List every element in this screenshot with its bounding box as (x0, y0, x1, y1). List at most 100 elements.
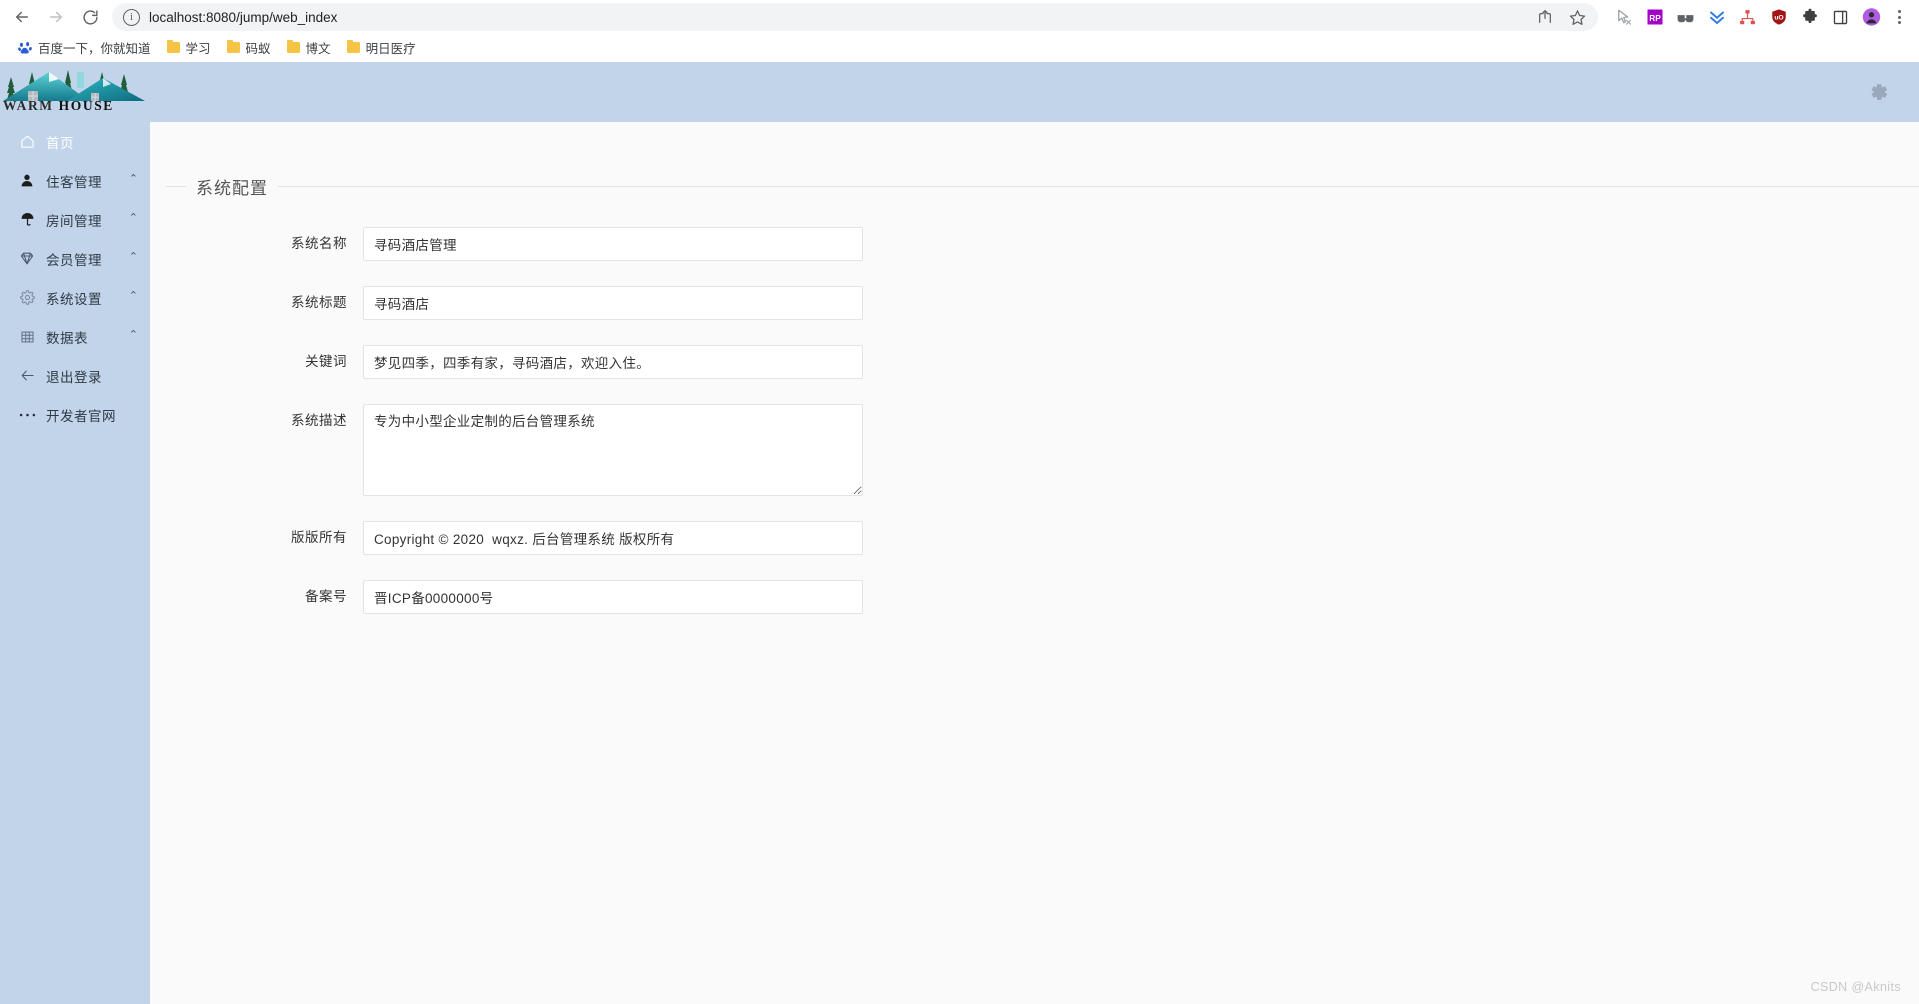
app-logo[interactable]: WARM HOUSE (0, 62, 150, 122)
bookmarks-bar: 百度一下，你就知道 学习 码蚁 博文 明日医疗 (0, 34, 1919, 62)
svg-text:RP: RP (1649, 14, 1661, 23)
address-bar[interactable]: i localhost:8080/jump/web_index (112, 3, 1598, 31)
glasses-extension-icon[interactable] (1676, 8, 1695, 27)
baidu-icon (18, 41, 32, 55)
bookmark-item-bowen[interactable]: 博文 (279, 35, 339, 60)
back-arrow-icon[interactable] (6, 2, 38, 32)
bookmark-item-mingri[interactable]: 明日医疗 (339, 35, 424, 60)
watermark: CSDN @Aknits (1810, 980, 1901, 994)
system-title-input[interactable] (363, 286, 863, 320)
sidebar-item-logout[interactable]: 退出登录 (0, 356, 150, 395)
forward-arrow-icon[interactable] (40, 2, 72, 32)
chevron-up-icon: ⌃ (128, 251, 138, 263)
chevron-up-icon: ⌃ (128, 329, 138, 341)
bookmark-label: 百度一下，你就知道 (38, 42, 151, 56)
sidebar-item-label: 开发者官网 (46, 408, 116, 424)
sidebar-item-guest-management[interactable]: 住客管理 ⌃ (0, 161, 150, 200)
info-circle-icon[interactable]: i (123, 8, 140, 26)
ellipsis-icon (18, 412, 36, 418)
bookmark-item-mayi[interactable]: 码蚁 (219, 35, 279, 60)
sidebar-item-label: 房间管理 (46, 213, 102, 229)
legend-prefix-rule (166, 186, 186, 187)
sidebar-item-member-management[interactable]: 会员管理 ⌃ (0, 239, 150, 278)
reload-icon[interactable] (74, 2, 106, 32)
field-control (363, 521, 863, 555)
field-label: 版版所有 (291, 530, 347, 545)
url-text[interactable]: localhost:8080/jump/web_index (149, 10, 1536, 25)
share-icon[interactable] (1536, 8, 1554, 26)
form-row-icp-number: 备案号 (150, 580, 1919, 614)
main-content: 系统配置 系统名称 系统标题 (150, 122, 1919, 1004)
chevron-up-icon: ⌃ (128, 173, 138, 185)
star-icon[interactable] (1568, 8, 1586, 26)
system-config-fieldset: 系统配置 系统名称 系统标题 (150, 174, 1919, 614)
field-control (363, 227, 863, 261)
three-dot-menu-icon[interactable] (1889, 4, 1909, 30)
puzzle-extensions-icon[interactable] (1800, 8, 1819, 27)
browser-toolbar: i localhost:8080/jump/web_index RP uO (0, 0, 1919, 34)
field-label: 系统描述 (291, 413, 347, 428)
form-row-system-name: 系统名称 (150, 227, 1919, 261)
app-header (150, 62, 1919, 122)
logo-house-text: HOUSE (58, 98, 114, 113)
field-control (363, 345, 863, 379)
sidebar-item-label: 数据表 (46, 330, 88, 346)
double-chevron-down-extension-icon[interactable] (1707, 8, 1726, 27)
form-row-system-title: 系统标题 (150, 286, 1919, 320)
rp-extension-icon[interactable]: RP (1645, 8, 1664, 27)
header-settings-gear-icon[interactable] (1865, 79, 1891, 105)
logo-wordmark: WARM HOUSE (3, 98, 150, 114)
bookmark-item-baidu[interactable]: 百度一下，你就知道 (10, 35, 159, 60)
folder-icon (226, 39, 240, 53)
section-legend: 系统配置 (150, 174, 1919, 199)
chevron-up-icon: ⌃ (128, 290, 138, 302)
sidebar-item-label: 住客管理 (46, 174, 102, 190)
sidebar-item-label: 退出登录 (46, 369, 102, 385)
navigation-buttons (6, 2, 106, 32)
sidebar-item-label: 系统设置 (46, 291, 102, 307)
keywords-input[interactable] (363, 345, 863, 379)
form-row-copyright: 版版所有 (150, 521, 1919, 555)
logout-arrow-icon (18, 368, 36, 383)
bookmark-label: 博文 (305, 42, 331, 56)
svg-text:uO: uO (1774, 14, 1783, 21)
sidepanel-icon[interactable] (1831, 8, 1850, 27)
user-icon (18, 173, 36, 188)
system-description-textarea[interactable]: 专为中小型企业定制的后台管理系统 (363, 404, 863, 496)
logo-warm-text: WARM (3, 98, 54, 113)
diamond-icon (18, 251, 36, 266)
profile-avatar-icon[interactable] (1862, 8, 1881, 27)
gear-icon (18, 290, 36, 305)
sidebar-item-home[interactable]: 首页 (0, 122, 150, 161)
sidebar-nav: 首页 住客管理 ⌃ 房间管理 ⌃ 会员管理 ⌃ 系统设置 ⌃ 数据表 ⌃ 退出登… (0, 122, 150, 434)
copyright-input[interactable] (363, 521, 863, 555)
system-name-input[interactable] (363, 227, 863, 261)
form-row-keywords: 关键词 (150, 345, 1919, 379)
bookmark-label: 学习 (185, 42, 211, 56)
field-label: 系统标题 (291, 295, 347, 310)
home-icon (18, 134, 36, 149)
sitemap-extension-icon[interactable] (1738, 8, 1757, 27)
sidebar-item-developer-site[interactable]: 开发者官网 (0, 395, 150, 434)
folder-icon (166, 39, 180, 53)
omnibox-actions (1536, 8, 1586, 26)
folder-icon (286, 39, 300, 53)
browser-window: i localhost:8080/jump/web_index RP uO 百度… (0, 0, 1919, 1004)
shield-ublock-extension-icon[interactable]: uO (1769, 8, 1788, 27)
bookmark-label: 明日医疗 (365, 42, 416, 56)
field-control (363, 580, 863, 614)
table-icon (18, 330, 36, 344)
sidebar-item-label: 首页 (46, 135, 74, 151)
sidebar-item-system-settings[interactable]: 系统设置 ⌃ (0, 278, 150, 317)
sidebar: WARM HOUSE 首页 住客管理 ⌃ 房间管理 ⌃ 会员管理 ⌃ 系统设置 … (0, 62, 150, 1004)
sidebar-item-room-management[interactable]: 房间管理 ⌃ (0, 200, 150, 239)
cursor-pointer-extension-icon[interactable] (1614, 8, 1633, 27)
chevron-up-icon: ⌃ (128, 212, 138, 224)
field-label: 系统名称 (291, 236, 347, 251)
field-control (363, 286, 863, 320)
icp-number-input[interactable] (363, 580, 863, 614)
bookmark-item-xuexi[interactable]: 学习 (159, 35, 219, 60)
sidebar-item-data-table[interactable]: 数据表 ⌃ (0, 317, 150, 356)
sidebar-item-label: 会员管理 (46, 252, 102, 268)
folder-icon (346, 39, 360, 53)
